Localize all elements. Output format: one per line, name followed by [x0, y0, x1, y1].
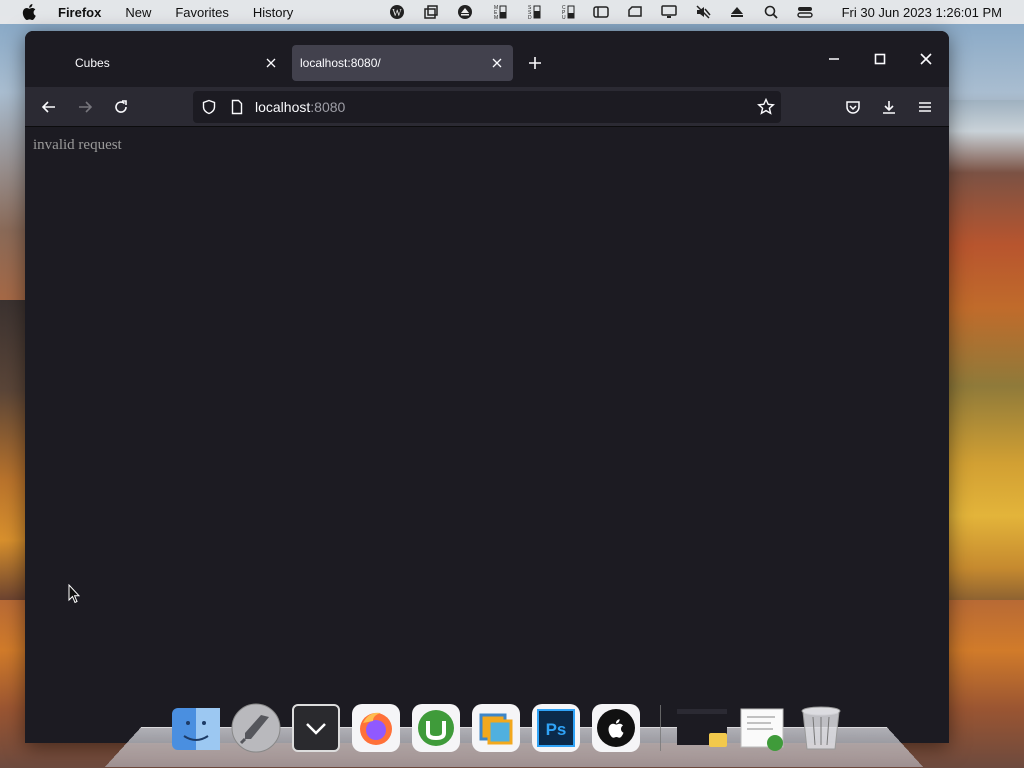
wallpaper-right — [944, 100, 1024, 620]
eject-icon[interactable] — [456, 3, 473, 20]
launchpad-icon[interactable] — [230, 702, 282, 754]
download-icon — [883, 101, 895, 114]
memory-meter-icon[interactable]: MEM — [490, 3, 507, 20]
finder-icon[interactable] — [170, 702, 222, 754]
tab-label: Cubes — [75, 56, 110, 70]
ssd-meter-icon[interactable]: SSD — [524, 3, 541, 20]
control-center-icon[interactable] — [796, 3, 813, 20]
sidebar-icon[interactable] — [592, 3, 609, 20]
svg-text:D: D — [528, 15, 532, 20]
error-message: invalid request — [33, 137, 122, 153]
parallels-icon[interactable] — [470, 702, 522, 754]
firefox-icon[interactable] — [350, 702, 402, 754]
url-host: localhost — [255, 99, 311, 115]
dock: Ps — [170, 700, 855, 756]
status-icons: W MEM SSD CPU — [388, 3, 813, 20]
display-icon[interactable] — [660, 3, 677, 20]
url-text[interactable]: localhost:8080 — [255, 99, 345, 115]
svg-text:M: M — [494, 15, 498, 20]
stack-icon[interactable] — [422, 3, 439, 20]
maximize-icon — [874, 53, 886, 65]
close-window-button[interactable] — [903, 31, 949, 87]
menu-bar: Firefox New Favorites History W MEM SSD … — [0, 0, 1024, 24]
downloads-stack-icon[interactable] — [290, 702, 342, 754]
utorrent-icon[interactable] — [410, 702, 462, 754]
url-port: :8080 — [310, 99, 346, 115]
minimize-button[interactable] — [811, 31, 857, 87]
apple-menu-icon[interactable] — [22, 4, 38, 20]
search-icon[interactable] — [762, 3, 779, 20]
pocket-icon — [846, 101, 860, 114]
browser-window: Cubes localhost:8080/ localhost:8080 inv… — [25, 31, 949, 743]
url-bar[interactable]: localhost:8080 — [193, 91, 781, 123]
menu-item-history[interactable]: History — [253, 5, 293, 20]
photoshop-icon[interactable]: Ps — [530, 702, 582, 754]
svg-text:W: W — [392, 8, 402, 19]
navigation-toolbar: localhost:8080 — [25, 87, 949, 127]
svg-text:U: U — [562, 15, 566, 20]
eject-alt-icon[interactable] — [728, 3, 745, 20]
forward-arrow-icon — [79, 101, 93, 113]
trash-icon[interactable] — [795, 702, 847, 754]
menu-app-name[interactable]: Firefox — [58, 5, 101, 20]
close-tab-icon[interactable] — [263, 55, 279, 71]
menubar-clock[interactable]: Fri 30 Jun 2023 1:26:01 PM — [842, 5, 1002, 20]
tab-localhost[interactable]: localhost:8080/ — [292, 45, 513, 81]
tab-label: localhost:8080/ — [300, 56, 381, 70]
wordpress-icon[interactable]: W — [388, 3, 405, 20]
page-content: invalid request — [25, 127, 949, 743]
window-controls — [811, 31, 949, 87]
tab-bar: Cubes localhost:8080/ — [25, 31, 949, 87]
shield-icon[interactable] — [201, 99, 217, 115]
close-icon — [920, 53, 932, 65]
plus-icon — [529, 57, 541, 69]
reload-icon — [115, 100, 127, 113]
back-arrow-icon — [41, 101, 55, 113]
tab-cubes[interactable]: Cubes — [25, 45, 287, 81]
cpu-meter-icon[interactable]: CPU — [558, 3, 575, 20]
maximize-button[interactable] — [857, 31, 903, 87]
close-tab-icon[interactable] — [489, 55, 505, 71]
dock-separator — [660, 705, 661, 751]
minimize-icon — [829, 58, 839, 60]
apple-app-icon[interactable] — [590, 702, 642, 754]
menu-item-new[interactable]: New — [125, 5, 151, 20]
drive-icon[interactable] — [626, 3, 643, 20]
svg-text:Ps: Ps — [546, 720, 567, 739]
page-icon[interactable] — [229, 99, 245, 115]
new-tab-button[interactable] — [525, 53, 545, 73]
back-button[interactable] — [35, 95, 63, 119]
downloads-button[interactable] — [875, 95, 903, 119]
document-preview-thumbnail[interactable] — [735, 702, 787, 754]
menu-item-favorites[interactable]: Favorites — [175, 5, 228, 20]
hamburger-menu-icon — [919, 102, 931, 112]
menu-button[interactable] — [911, 95, 939, 119]
window-preview-thumbnail[interactable] — [675, 702, 727, 754]
bookmark-star-icon[interactable] — [757, 98, 775, 116]
mouse-cursor-icon — [68, 584, 80, 604]
forward-button[interactable] — [71, 95, 99, 119]
pocket-button[interactable] — [839, 95, 867, 119]
reload-button[interactable] — [107, 95, 135, 119]
mute-icon[interactable] — [694, 3, 711, 20]
